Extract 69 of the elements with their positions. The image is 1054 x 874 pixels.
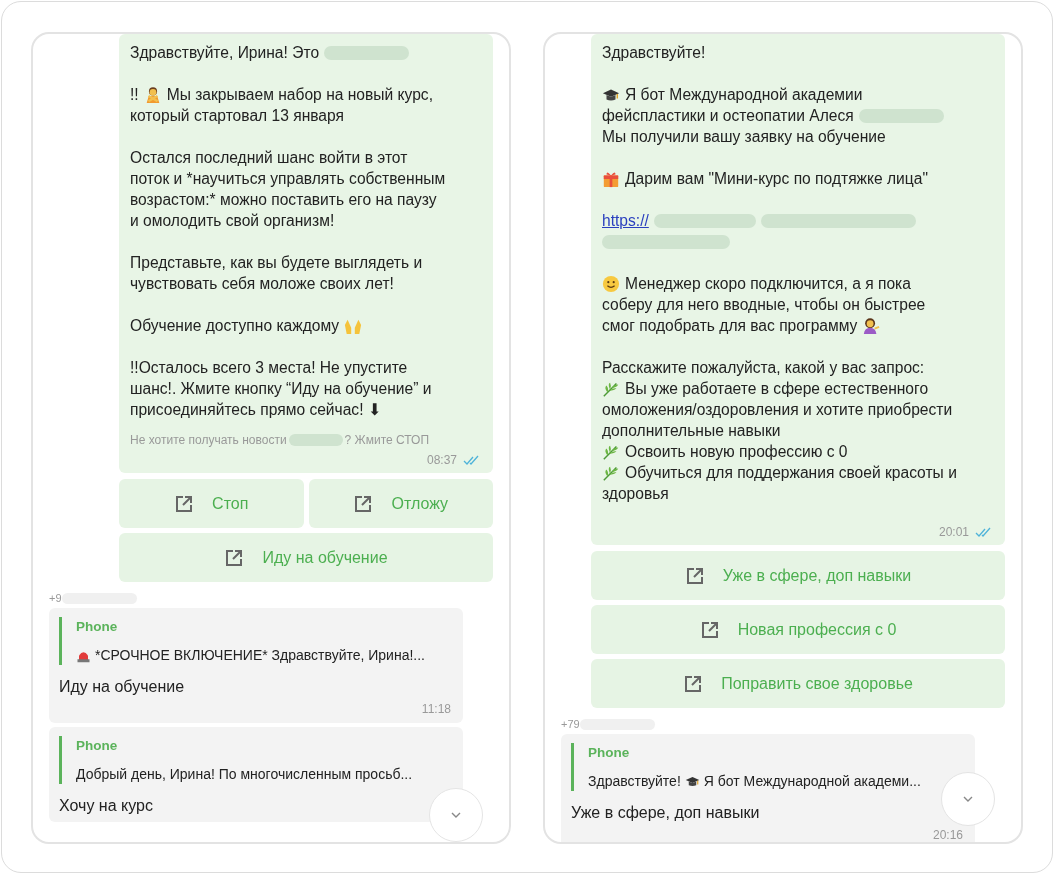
message-text: Хочу на курс: [59, 796, 154, 816]
external-link-icon: [224, 547, 245, 568]
message-text: смог подобрать для вас программу: [602, 316, 858, 336]
message-text: омоложения/оздоровления и хотите приобрести: [602, 400, 953, 420]
gift-icon: [602, 169, 620, 188]
quote-text: *СРОЧНОЕ ВКЛЮЧЕНИЕ* Здравствуйте, Ирина!...: [95, 646, 425, 665]
message-text: соберу для него вводные, чтобы он быстрее: [602, 295, 926, 315]
message-text: Здравствуйте, Ирина! Это: [130, 43, 320, 63]
message-text: Уже в сфере, доп навыки: [571, 803, 761, 823]
message-text: Иду на обучение: [59, 677, 186, 697]
quote-author: Phone: [76, 737, 119, 755]
message-text: Расскажите пожалуйста, какой у вас запрос:: [602, 358, 925, 378]
chevron-down-icon: [962, 795, 974, 803]
message-text: Остался последний шанс войти в этот: [130, 148, 408, 168]
message-text: фейспластики и остеопатии Алеся: [602, 106, 854, 126]
message-time: 20:16: [931, 828, 963, 842]
message-text: возрастом:* можно поставить его на паузу: [130, 190, 437, 210]
quoted-message[interactable]: Phone *СРОЧНОЕ ВКЛЮЧЕНИЕ* Здравствуйте, Ирина!...: [59, 617, 451, 665]
message-text: присоединяйтесь прямо сейчас! ⬇: [130, 400, 381, 420]
keyboard-button[interactable]: Отложу: [308, 479, 493, 528]
message-text: Представьте, как вы будете выглядеть и: [130, 253, 423, 273]
quote-text: Я бот Международной академи...: [703, 772, 921, 791]
footer-text: ? Жмите СТОП: [344, 433, 430, 447]
message-text: Обучиться для поддержания своей красоты и: [625, 463, 957, 483]
quote-author: Phone: [76, 618, 119, 636]
external-link-icon: [174, 493, 195, 514]
keyboard-button[interactable]: Уже в сфере, доп навыки: [591, 551, 1005, 600]
message-text: Дарим вам "Мини-курс по подтяжке лица": [625, 169, 928, 189]
quote-text: Здравствуйте!: [588, 772, 681, 791]
keyboard-button[interactable]: Новая профессия с 0: [591, 605, 1005, 654]
message-text: !!: [130, 85, 139, 105]
message-text: и омолодить свой организм!: [130, 211, 335, 231]
message-text: Обучение доступно каждому: [130, 316, 340, 336]
link[interactable]: https://: [602, 210, 649, 231]
message-text: шанс!. Жмите кнопку “Иду на обучение” и: [130, 379, 432, 399]
keyboard-button[interactable]: Стоп: [119, 479, 304, 528]
message-text: здоровья: [602, 484, 669, 504]
message-text: дополнительные навыки: [602, 421, 781, 441]
message-text: Менеджер скоро подключится, а я пока: [625, 274, 911, 294]
message-text: Освоить новую профессию с 0: [625, 442, 848, 462]
message-time: 20:01: [938, 525, 969, 539]
blurred-text: [288, 434, 343, 446]
external-link-icon: [699, 619, 720, 640]
quote-author: Phone: [588, 744, 631, 762]
message-text: поток и *научиться управлять собственным: [130, 169, 446, 189]
external-link-icon: [353, 493, 374, 514]
message-time: 08:37: [426, 453, 457, 467]
external-link-icon: [684, 565, 705, 586]
sender-phone: +79: [561, 718, 580, 730]
message-text: Здравствуйте!: [602, 43, 706, 63]
scroll-down-button[interactable]: [429, 788, 483, 842]
keyboard-button[interactable]: Поправить свое здоровье: [591, 659, 1005, 708]
woman-figure-icon: [862, 316, 881, 335]
sender-phone: +9: [49, 592, 62, 604]
quoted-message[interactable]: Phone Добрый день, Ирина! По многочисленным просьб...: [59, 736, 451, 784]
keyboard-button[interactable]: Иду на обучение: [119, 533, 493, 582]
smiley-icon: [602, 274, 620, 293]
external-link-icon: [683, 673, 704, 694]
quote-text: Добрый день, Ирина! По многочисленным просьб...: [76, 765, 413, 784]
message-text: Мы получили вашу заявку на обучение: [602, 127, 886, 147]
message-text: Мы закрываем набор на новый курс,: [166, 85, 433, 105]
message-text: Вы уже работаете в сфере естественного: [625, 379, 929, 399]
message-time: 11:18: [420, 702, 451, 717]
chevron-down-icon: [450, 811, 462, 819]
message-text: !!Осталось всего 3 места! Не упустите: [130, 358, 408, 378]
footer-text: Не хотите получать новости: [130, 433, 287, 447]
message-text: Я бот Международной академии: [625, 85, 863, 105]
message-text: который стартовал 13 января: [130, 106, 344, 126]
message-text: чувствовать себя моложе своих лет!: [130, 274, 394, 294]
